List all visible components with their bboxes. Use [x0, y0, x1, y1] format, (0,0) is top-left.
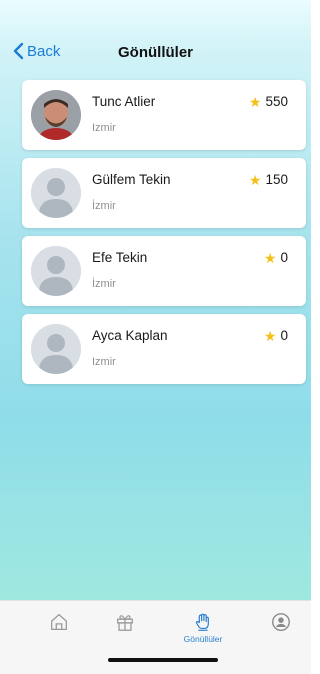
volunteer-hand-icon [195, 613, 209, 631]
avatar-placeholder-icon [31, 324, 81, 374]
volunteer-city: Izmir [92, 122, 116, 134]
home-icon [51, 614, 67, 630]
avatar-placeholder-icon [31, 168, 81, 218]
navigation-bar: Back Gönüllüler [0, 38, 311, 68]
volunteer-city: Izmir [92, 356, 116, 368]
volunteer-name: Gülfem Tekin [92, 172, 171, 187]
volunteer-name: Efe Tekin [92, 250, 148, 265]
volunteer-city: İzmir [92, 278, 116, 290]
volunteer-card[interactable]: Gülfem Tekin İzmir ★ 150 [22, 158, 306, 228]
volunteer-points: ★ 0 [264, 250, 288, 265]
star-icon: ★ [263, 249, 277, 266]
volunteer-city: İzmir [92, 200, 116, 212]
tab-volunteers-label: Gönüllüler [183, 634, 223, 644]
tab-volunteers[interactable]: Gönüllüler [173, 611, 233, 644]
status-bar [0, 0, 311, 34]
volunteer-card[interactable]: Efe Tekin İzmir ★ 0 [22, 236, 306, 306]
star-icon: ★ [263, 327, 277, 344]
app-background: Back Gönüllüler Tunc Atlier Izmir ★ 550 [0, 0, 311, 600]
tab-gifts[interactable] [95, 611, 155, 633]
profile-icon [272, 613, 290, 631]
page-title: Gönüllüler [118, 44, 193, 61]
volunteer-card[interactable]: Ayca Kaplan Izmir ★ 0 [22, 314, 306, 384]
home-indicator [108, 658, 218, 662]
volunteer-points: ★ 550 [249, 94, 288, 109]
tab-bar: Gönüllüler [0, 600, 311, 674]
avatar-photo [31, 90, 81, 140]
points-value: 550 [265, 94, 288, 109]
volunteer-points: ★ 0 [264, 328, 288, 343]
star-icon: ★ [248, 171, 262, 188]
volunteer-list: Tunc Atlier Izmir ★ 550 Gülfem Tekin İzm… [22, 80, 306, 392]
points-value: 0 [280, 328, 288, 343]
volunteer-points: ★ 150 [249, 172, 288, 187]
star-icon: ★ [248, 93, 262, 110]
volunteer-card[interactable]: Tunc Atlier Izmir ★ 550 [22, 80, 306, 150]
avatar-placeholder-icon [31, 246, 81, 296]
gift-icon [117, 615, 133, 631]
volunteer-name: Tunc Atlier [92, 94, 156, 109]
tab-profile[interactable] [251, 611, 311, 633]
points-value: 150 [265, 172, 288, 187]
tab-home[interactable] [29, 611, 89, 633]
points-value: 0 [280, 250, 288, 265]
volunteer-name: Ayca Kaplan [92, 328, 168, 343]
